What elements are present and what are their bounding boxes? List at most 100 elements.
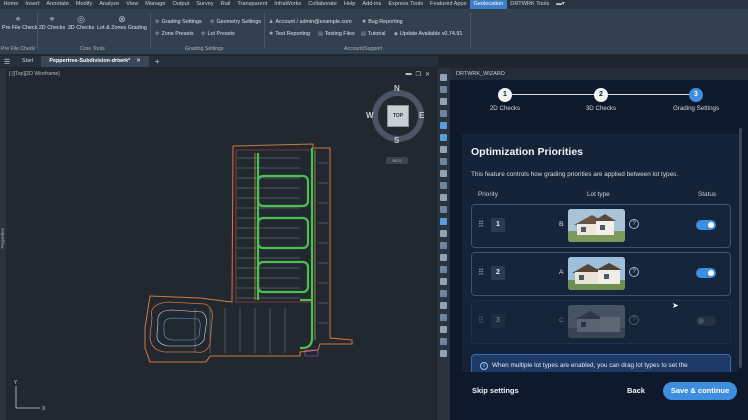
tab-start[interactable]: Start xyxy=(14,56,41,67)
tab-active-drawing[interactable]: Peppertree-Subdivision-drtwrk* ✕ xyxy=(41,56,149,67)
tool-icon[interactable] xyxy=(440,326,447,333)
language-flag-icon[interactable]: ▬▾ xyxy=(553,0,568,9)
select-tool-icon[interactable] xyxy=(440,74,447,81)
section-title: Optimization Priorities xyxy=(471,146,584,158)
ribbon-tab-view[interactable]: View xyxy=(123,0,142,9)
new-tab-button[interactable]: + xyxy=(149,57,166,66)
lot-type-thumbnail xyxy=(568,209,625,242)
status-toggle[interactable] xyxy=(696,316,716,326)
tool-icon[interactable] xyxy=(440,182,447,189)
compass-east[interactable]: E xyxy=(419,111,424,120)
tool-icon[interactable] xyxy=(440,350,447,357)
drag-handle-icon[interactable]: ⠿ xyxy=(478,316,484,325)
compass-north[interactable]: N xyxy=(394,84,400,93)
ribbon-tab-geolocation[interactable]: Geolocation xyxy=(469,0,507,9)
lot-zones-grading-button[interactable]: ⊗ Lot & Zones Grading xyxy=(96,14,148,31)
tool-icon[interactable] xyxy=(440,266,447,273)
drawing-viewport[interactable]: Properties [-][Top][2D Wireframe] ▬ ❐ ✕ xyxy=(0,68,436,420)
drag-handle-icon[interactable]: ⠿ xyxy=(478,268,484,277)
grading-settings-button[interactable]: ⚙ Grading Settings xyxy=(155,19,202,25)
ribbon-tab-modify[interactable]: Modify xyxy=(72,0,95,9)
ribbon-tab-output[interactable]: Output xyxy=(169,0,193,9)
tool-icon[interactable] xyxy=(440,110,447,117)
ribbon-tab-featured-apps[interactable]: Featured Apps xyxy=(427,0,470,9)
tool-icon[interactable] xyxy=(440,98,447,105)
tool-icon[interactable] xyxy=(440,122,447,129)
step-3-number: 3 xyxy=(689,88,703,102)
tool-icon[interactable] xyxy=(440,206,447,213)
hamburger-menu-icon[interactable]: ☰ xyxy=(0,58,14,66)
tool-icon[interactable] xyxy=(440,242,447,249)
pre-file-check-button[interactable]: ⌖ Pre File Check xyxy=(2,14,37,31)
step-2[interactable]: 2 3D Checks xyxy=(571,88,631,112)
help-icon[interactable]: ? xyxy=(629,267,639,277)
ribbon-tab-analyze[interactable]: Analyze xyxy=(96,0,123,9)
tutorial-button[interactable]: ▤ Tutorial xyxy=(361,31,386,37)
ribbon-tab-collaborate[interactable]: Collaborate xyxy=(305,0,341,9)
skip-settings-button[interactable]: Skip settings xyxy=(472,386,519,395)
bug-reporting-button[interactable]: ✱ Bug Reporting xyxy=(362,19,403,25)
gear-icon: ⚙ xyxy=(201,31,206,37)
ribbon-tab-add-ins[interactable]: Add-ins xyxy=(359,0,385,9)
back-button[interactable]: Back xyxy=(620,382,652,400)
compass-south[interactable]: S xyxy=(394,136,399,145)
help-icon[interactable]: ? xyxy=(629,219,639,229)
account-button[interactable]: ♟ Account / admin@example.com xyxy=(269,19,352,25)
step-3-label: Grading Settings xyxy=(672,105,720,112)
tool-icon[interactable] xyxy=(440,170,447,177)
ribbon-tab-express-tools[interactable]: Express Tools xyxy=(385,0,427,9)
tool-icon[interactable] xyxy=(440,230,447,237)
geometry-settings-button[interactable]: ⚙ Geometry Settings xyxy=(210,19,261,25)
ribbon-tab-rail[interactable]: Rail xyxy=(217,0,234,9)
ribbon-tab-home[interactable]: Home xyxy=(0,0,22,9)
gear-icon: ⚙ xyxy=(155,19,160,25)
tool-icon[interactable] xyxy=(440,278,447,285)
ribbon-separator xyxy=(150,13,151,49)
zone-presets-button[interactable]: ⚙ Zone Presets xyxy=(155,31,194,37)
tool-icon[interactable] xyxy=(440,158,447,165)
ribbon-tab-bar: Home Insert Annotate Modify Analyze View Manag… xyxy=(0,0,748,9)
status-toggle[interactable] xyxy=(696,268,716,278)
tool-icon[interactable] xyxy=(440,290,447,297)
ribbon-tab-annotate[interactable]: Annotate xyxy=(43,0,72,9)
viewcube[interactable]: TOP N S E W xyxy=(366,84,428,146)
testing-files-button[interactable]: ▤ Testing Files xyxy=(318,31,355,37)
ribbon-tab-transparent[interactable]: Transparent xyxy=(234,0,271,9)
drag-handle-icon[interactable]: ⠿ xyxy=(478,220,484,229)
tool-icon[interactable] xyxy=(440,146,447,153)
priority-row[interactable]: ⠿ 3 C ? xyxy=(471,300,731,344)
wcs-menu[interactable]: WCS xyxy=(386,157,408,164)
ribbon-tab-manage[interactable]: Manage xyxy=(142,0,169,9)
ribbon-tab-survey[interactable]: Survey xyxy=(193,0,217,9)
content-scrollbar[interactable] xyxy=(739,128,742,368)
3d-checks-button[interactable]: ◎ 3D Checks xyxy=(67,14,95,31)
tool-icon[interactable] xyxy=(440,314,447,321)
2d-checks-button[interactable]: ⌖ 2D Checks xyxy=(38,14,66,31)
ribbon-tab-drtwrk-tools[interactable]: DRTWRK Tools xyxy=(507,0,553,9)
ribbon-tab-help[interactable]: Help xyxy=(340,0,359,9)
tool-icon[interactable] xyxy=(440,302,447,309)
lot-presets-button[interactable]: ⚙ Lot Presets xyxy=(201,31,235,37)
step-1[interactable]: 1 2D Checks xyxy=(475,88,535,112)
help-icon[interactable]: ? xyxy=(629,315,639,325)
priority-row[interactable]: ⠿ 1 B ? xyxy=(471,204,731,248)
tool-icon[interactable] xyxy=(440,218,447,225)
step-3[interactable]: 3 Grading Settings xyxy=(666,88,726,112)
update-available-button[interactable]: ◆ Update Available v0.74.91 xyxy=(394,31,462,37)
close-icon[interactable]: ✕ xyxy=(136,56,141,67)
viewcube-top-face[interactable]: TOP xyxy=(387,105,409,127)
ribbon-tab-infraworks[interactable]: InfraWorks xyxy=(271,0,305,9)
book-icon: ▤ xyxy=(361,31,366,37)
tool-icon[interactable] xyxy=(440,134,447,141)
priority-row[interactable]: ⠿ 2 A ? xyxy=(471,252,731,296)
tool-icon[interactable] xyxy=(440,86,447,93)
save-continue-button[interactable]: Save & continue xyxy=(663,382,737,400)
ribbon-tab-insert[interactable]: Insert xyxy=(22,0,43,9)
tool-icon[interactable] xyxy=(440,254,447,261)
test-reporting-button[interactable]: ✱ Test Reporting xyxy=(269,31,310,37)
tool-icon[interactable] xyxy=(440,194,447,201)
tool-icon[interactable] xyxy=(440,338,447,345)
status-toggle[interactable] xyxy=(696,220,716,230)
user-icon: ♟ xyxy=(269,19,274,25)
compass-west[interactable]: W xyxy=(366,111,374,120)
